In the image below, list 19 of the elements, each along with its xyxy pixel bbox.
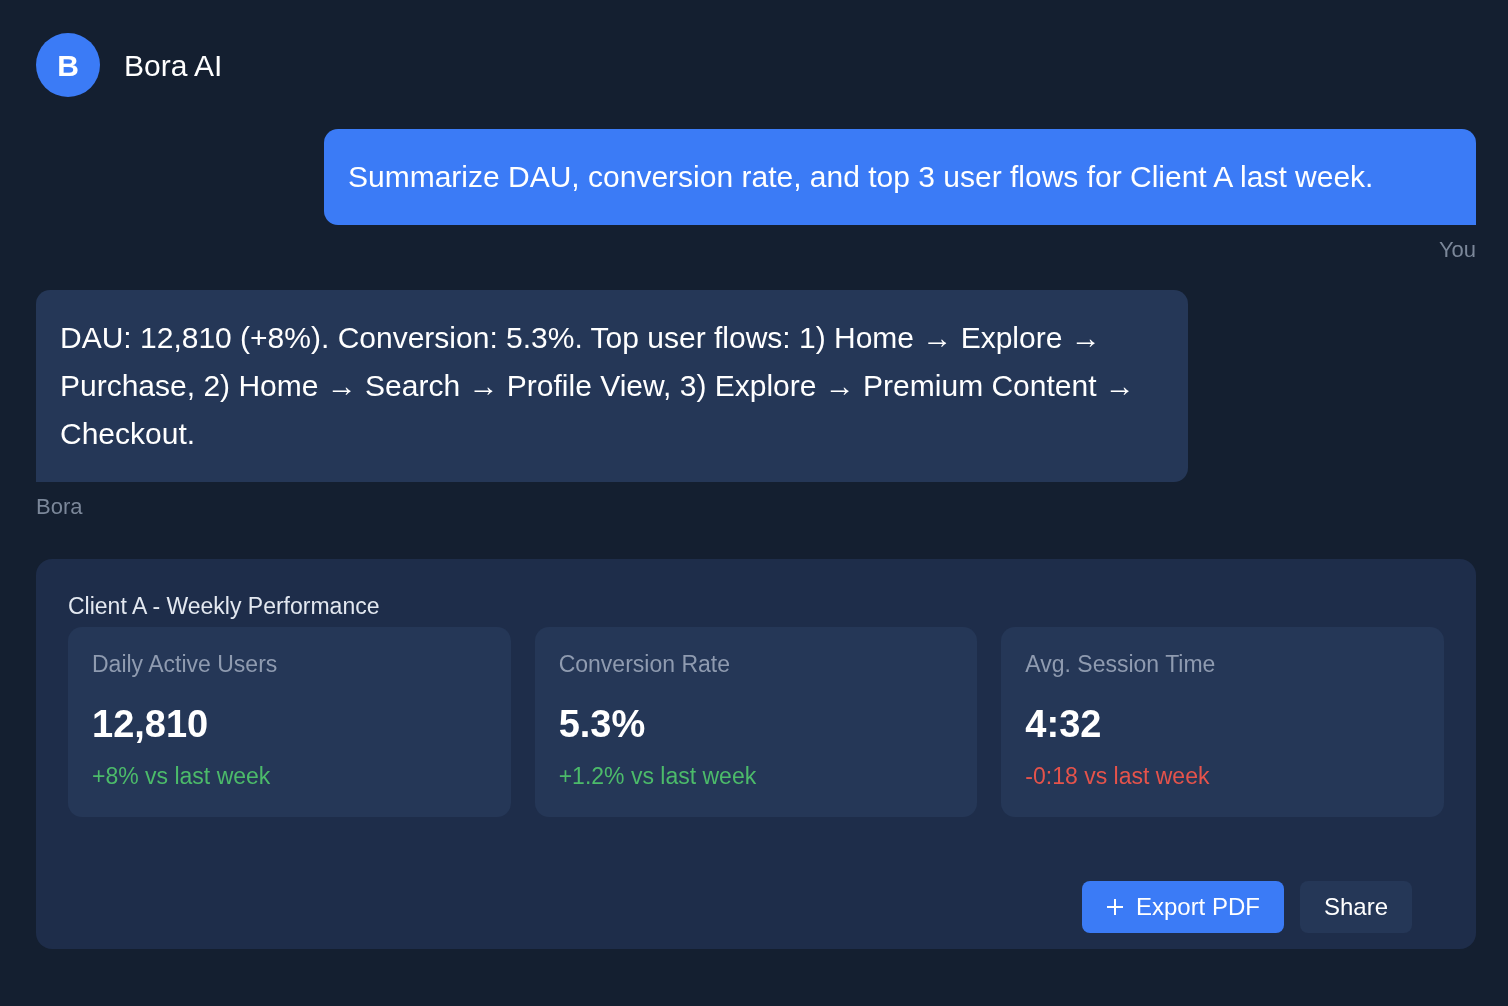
metric-value: 4:32: [1025, 701, 1103, 747]
metric-label: Avg. Session Time: [1025, 650, 1217, 679]
sender-label: You: [1437, 236, 1476, 264]
metric-change: +8% vs last week: [92, 761, 272, 791]
bot-message: DAU: 12,810 (+8%). Conversion: 5.3%. Top user flows: 1) Home → Explore → Purchase, 2) Home → Search → Profile View, 3) Explore → Premium Content → Checkout.: [36, 290, 1188, 482]
metric-label: Conversion Rate: [558, 650, 731, 679]
export-button[interactable]: Export PDF: [1081, 881, 1284, 933]
share-button[interactable]: Share: [1299, 881, 1412, 933]
metric-change: -0:18 vs last week: [1025, 761, 1211, 791]
metric-change: +1.2% vs last week: [558, 761, 758, 791]
plus-icon: [1105, 898, 1124, 916]
user-message: Summarize DAU, conversion rate, and top 3 user flows for Client A last week.: [324, 129, 1476, 225]
avatar: B: [36, 33, 100, 97]
metric-value: 5.3%: [558, 701, 647, 747]
metric-label: Daily Active Users: [92, 650, 279, 679]
report-title: Client A - Weekly Performance: [68, 593, 381, 619]
metric-value: 12,810: [92, 701, 210, 747]
app-title: Bora AI: [124, 47, 223, 84]
sender-label: Bora: [36, 493, 84, 521]
